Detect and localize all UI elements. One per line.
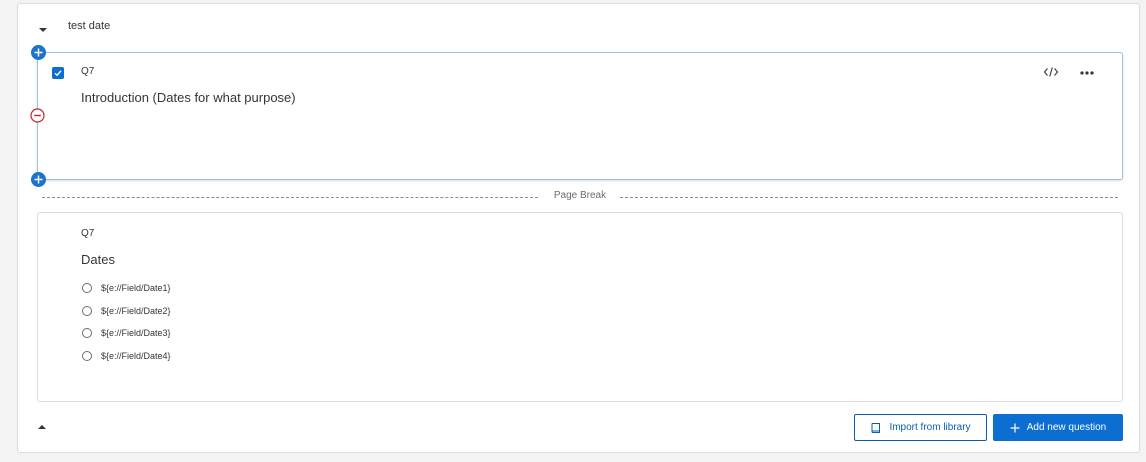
plus-icon: [1010, 423, 1020, 433]
add-above-icon[interactable]: [31, 45, 46, 60]
import-from-library-button[interactable]: Import from library: [854, 414, 987, 441]
choice-label: ${e://Field/Date2}: [101, 306, 171, 316]
choice-item[interactable]: ${e://Field/Date4}: [82, 350, 171, 362]
collapse-up-icon[interactable]: [37, 422, 47, 432]
add-new-question-button[interactable]: Add new question: [993, 414, 1123, 441]
question-select-checkbox[interactable]: [52, 67, 64, 79]
library-book-icon: [870, 422, 882, 434]
question-number: Q7: [81, 66, 95, 77]
choice-label: ${e://Field/Date4}: [101, 351, 171, 361]
question-card-selected[interactable]: [37, 52, 1123, 180]
block-title[interactable]: test date: [68, 20, 110, 32]
checkmark-icon: [54, 70, 62, 77]
choice-label: ${e://Field/Date1}: [101, 283, 171, 293]
add-label: Add new question: [1026, 422, 1107, 433]
radio-button[interactable]: [82, 351, 92, 361]
radio-button[interactable]: [82, 328, 92, 338]
choice-item[interactable]: ${e://Field/Date1}: [82, 282, 171, 294]
question-text[interactable]: Dates: [81, 252, 115, 267]
choice-item[interactable]: ${e://Field/Date2}: [82, 305, 171, 317]
block-collapse-icon[interactable]: [38, 25, 48, 35]
choice-item[interactable]: ${e://Field/Date3}: [82, 327, 171, 339]
question-text[interactable]: Introduction (Dates for what purpose): [81, 90, 296, 105]
question-number: Q7: [81, 228, 95, 239]
add-below-icon[interactable]: [31, 172, 46, 187]
radio-button[interactable]: [82, 283, 92, 293]
choice-label: ${e://Field/Date3}: [101, 328, 171, 338]
question-card[interactable]: [37, 212, 1123, 402]
page-break-label: Page Break: [547, 190, 613, 201]
code-icon[interactable]: [1043, 65, 1059, 79]
more-options-icon[interactable]: [1079, 66, 1095, 78]
page-break[interactable]: Page Break: [42, 190, 1118, 204]
remove-question-icon[interactable]: [30, 108, 45, 123]
radio-button[interactable]: [82, 306, 92, 316]
import-label: Import from library: [889, 422, 971, 433]
